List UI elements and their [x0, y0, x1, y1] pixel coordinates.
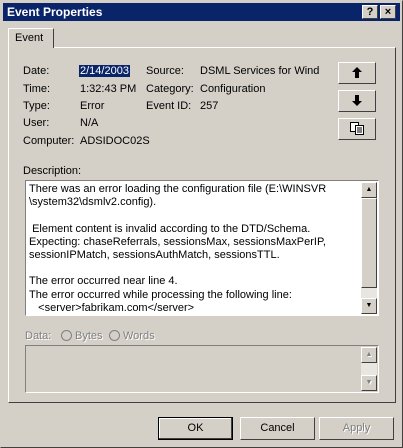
copy-icon: [350, 122, 364, 135]
description-textbox[interactable]: There was an error loading the configura…: [25, 180, 379, 316]
data-textbox: ▲ ▼: [25, 345, 379, 393]
arrow-up-icon: [352, 67, 362, 78]
computer-label: Computer:: [23, 135, 75, 147]
category-value: Configuration: [200, 83, 266, 95]
data-scroll-down-icon: ▼: [365, 379, 373, 386]
computer-value: ADSIDOC02S: [80, 135, 150, 147]
category-label: Category:: [146, 83, 194, 95]
bytes-radio[interactable]: Bytes: [61, 330, 103, 342]
description-label: Description:: [23, 165, 82, 177]
data-scroll-up-icon: ▲: [365, 351, 373, 358]
help-button[interactable]: ?: [362, 5, 378, 19]
source-value: DSML Services for Wind: [200, 65, 320, 77]
source-label: Source:: [146, 65, 184, 77]
event-id-label: Event ID:: [146, 100, 192, 112]
scroll-down-button[interactable]: ▼: [361, 298, 377, 314]
date-value: 2/14/2003: [79, 65, 130, 77]
copy-button[interactable]: [338, 118, 376, 140]
next-event-button[interactable]: [338, 90, 376, 112]
tab-event-label: Event: [15, 32, 44, 44]
scroll-up-icon: ▲: [365, 186, 373, 193]
event-id-value: 257: [200, 100, 219, 112]
scroll-down-icon: ▼: [365, 302, 373, 309]
data-scroll-down-button: ▼: [361, 375, 377, 391]
data-label: Data:: [25, 330, 52, 342]
description-text: There was an error loading the configura…: [29, 183, 327, 314]
description-scrollbar[interactable]: ▲ ▼: [361, 182, 377, 314]
type-label: Type:: [23, 100, 50, 112]
scroll-thumb[interactable]: [361, 198, 377, 288]
event-properties-window: Event Properties ? × Event Date: 2/14/20…: [0, 0, 403, 448]
words-radio[interactable]: Words: [109, 330, 155, 342]
scroll-up-button[interactable]: ▲: [361, 182, 377, 198]
user-value: N/A: [80, 117, 99, 129]
arrow-down-icon: [352, 95, 362, 106]
help-icon: ?: [366, 6, 374, 18]
window-title: Event Properties: [7, 5, 103, 19]
title-bar: Event Properties ? ×: [3, 3, 400, 21]
bytes-label: Bytes: [75, 330, 103, 342]
words-radio-circle: [109, 330, 120, 341]
user-label: User:: [23, 117, 50, 129]
time-label: Time:: [23, 83, 51, 95]
data-scroll-up-button: ▲: [361, 347, 377, 363]
type-value: Error: [80, 100, 105, 112]
data-scrollbar: ▲ ▼: [361, 347, 377, 391]
words-label: Words: [123, 330, 155, 342]
ok-button[interactable]: OK: [158, 417, 233, 440]
close-icon: ×: [384, 6, 392, 18]
bytes-radio-circle: [61, 330, 72, 341]
cancel-button[interactable]: Cancel: [240, 417, 315, 440]
time-value: 1:32:43 PM: [80, 83, 137, 95]
tab-event[interactable]: Event: [8, 28, 54, 48]
date-label: Date:: [23, 65, 50, 77]
previous-event-button[interactable]: [338, 62, 376, 84]
close-button[interactable]: ×: [380, 5, 396, 19]
apply-button[interactable]: Apply: [319, 417, 394, 440]
